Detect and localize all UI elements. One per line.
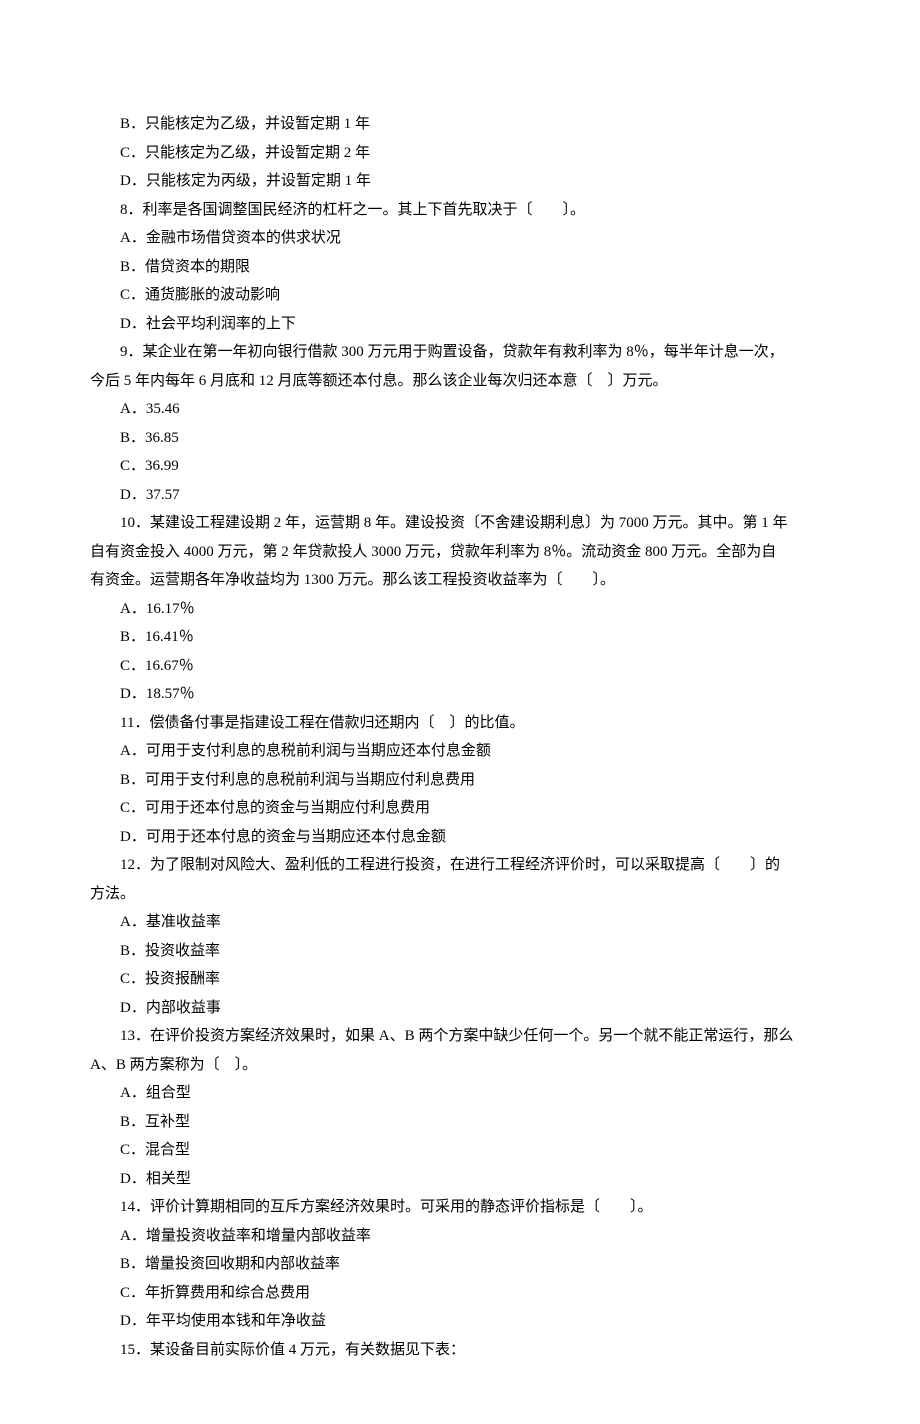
text-line: B．16.41％ — [90, 623, 830, 652]
text-line: D．内部收益事 — [90, 994, 830, 1023]
text-line: 11．偿债备付事是指建设工程在借款归还期内〔 〕的比值。 — [90, 709, 830, 738]
document-page: B．只能核定为乙级，并设暂定期 1 年C．只能核定为乙级，并设暂定期 2 年D．… — [0, 0, 920, 1424]
text-line: 9．某企业在第一年初向银行借款 300 万元用于购置设备，贷款年有救利率为 8％… — [90, 338, 830, 367]
text-line: B．互补型 — [90, 1108, 830, 1137]
text-line: C．年折算费用和综合总费用 — [90, 1279, 830, 1308]
text-line: 方法。 — [90, 880, 830, 909]
text-line: C．通货膨胀的波动影响 — [90, 281, 830, 310]
text-line: A、B 两方案称为〔 〕。 — [90, 1051, 830, 1080]
text-line: C．混合型 — [90, 1136, 830, 1165]
text-line: 12．为了限制对风险大、盈利低的工程进行投资，在进行工程经济评价时，可以采取提高… — [90, 851, 830, 880]
text-line: D．只能核定为丙级，并设暂定期 1 年 — [90, 167, 830, 196]
text-line: D．年平均使用本钱和年净收益 — [90, 1307, 830, 1336]
text-line: C．36.99 — [90, 452, 830, 481]
text-line: D．18.57％ — [90, 680, 830, 709]
text-line: B．36.85 — [90, 424, 830, 453]
text-line: C．可用于还本付息的资金与当期应付利息费用 — [90, 794, 830, 823]
text-line: B．投资收益率 — [90, 937, 830, 966]
text-line: C．投资报酬率 — [90, 965, 830, 994]
text-line: 13．在评价投资方案经济效果时，如果 A、B 两个方案中缺少任何一个。另一个就不… — [90, 1022, 830, 1051]
text-line: B．只能核定为乙级，并设暂定期 1 年 — [90, 110, 830, 139]
text-line: A．35.46 — [90, 395, 830, 424]
text-line: A．可用于支付利息的息税前利润与当期应还本付息金额 — [90, 737, 830, 766]
text-line: D．可用于还本付息的资金与当期应还本付息金额 — [90, 823, 830, 852]
text-line: C．只能核定为乙级，并设暂定期 2 年 — [90, 139, 830, 168]
text-line: D．37.57 — [90, 481, 830, 510]
text-line: B．可用于支付利息的息税前利润与当期应付利息费用 — [90, 766, 830, 795]
text-line: A．组合型 — [90, 1079, 830, 1108]
text-line: 8．利率是各国调整国民经济的杠杆之一。其上下首先取决于〔 〕。 — [90, 196, 830, 225]
text-line: D．社会平均利润率的上下 — [90, 310, 830, 339]
text-line: A．基准收益率 — [90, 908, 830, 937]
text-line: 14．评价计算期相同的互斥方案经济效果时。可采用的静态评价指标是〔 〕。 — [90, 1193, 830, 1222]
text-line: A．金融市场借贷资本的供求状况 — [90, 224, 830, 253]
text-line: B．增量投资回收期和内部收益率 — [90, 1250, 830, 1279]
text-line: D．相关型 — [90, 1165, 830, 1194]
text-line: A．增量投资收益率和增量内部收益率 — [90, 1222, 830, 1251]
text-line: 自有资金投入 4000 万元，第 2 年贷款投人 3000 万元，贷款年利率为 … — [90, 538, 830, 567]
text-line: 15．某设备目前实际价值 4 万元，有关数据见下表： — [90, 1336, 830, 1365]
text-line: 今后 5 年内每年 6 月底和 12 月底等额还本付息。那么该企业每次归还本意〔… — [90, 367, 830, 396]
text-line: 10．某建设工程建设期 2 年，运营期 8 年。建设投资〔不舍建设期利息〕为 7… — [90, 509, 830, 538]
text-line: B．借贷资本的期限 — [90, 253, 830, 282]
text-line: A．16.17％ — [90, 595, 830, 624]
text-line: 有资金。运营期各年净收益均为 1300 万元。那么该工程投资收益率为〔 〕。 — [90, 566, 830, 595]
text-line: C．16.67％ — [90, 652, 830, 681]
